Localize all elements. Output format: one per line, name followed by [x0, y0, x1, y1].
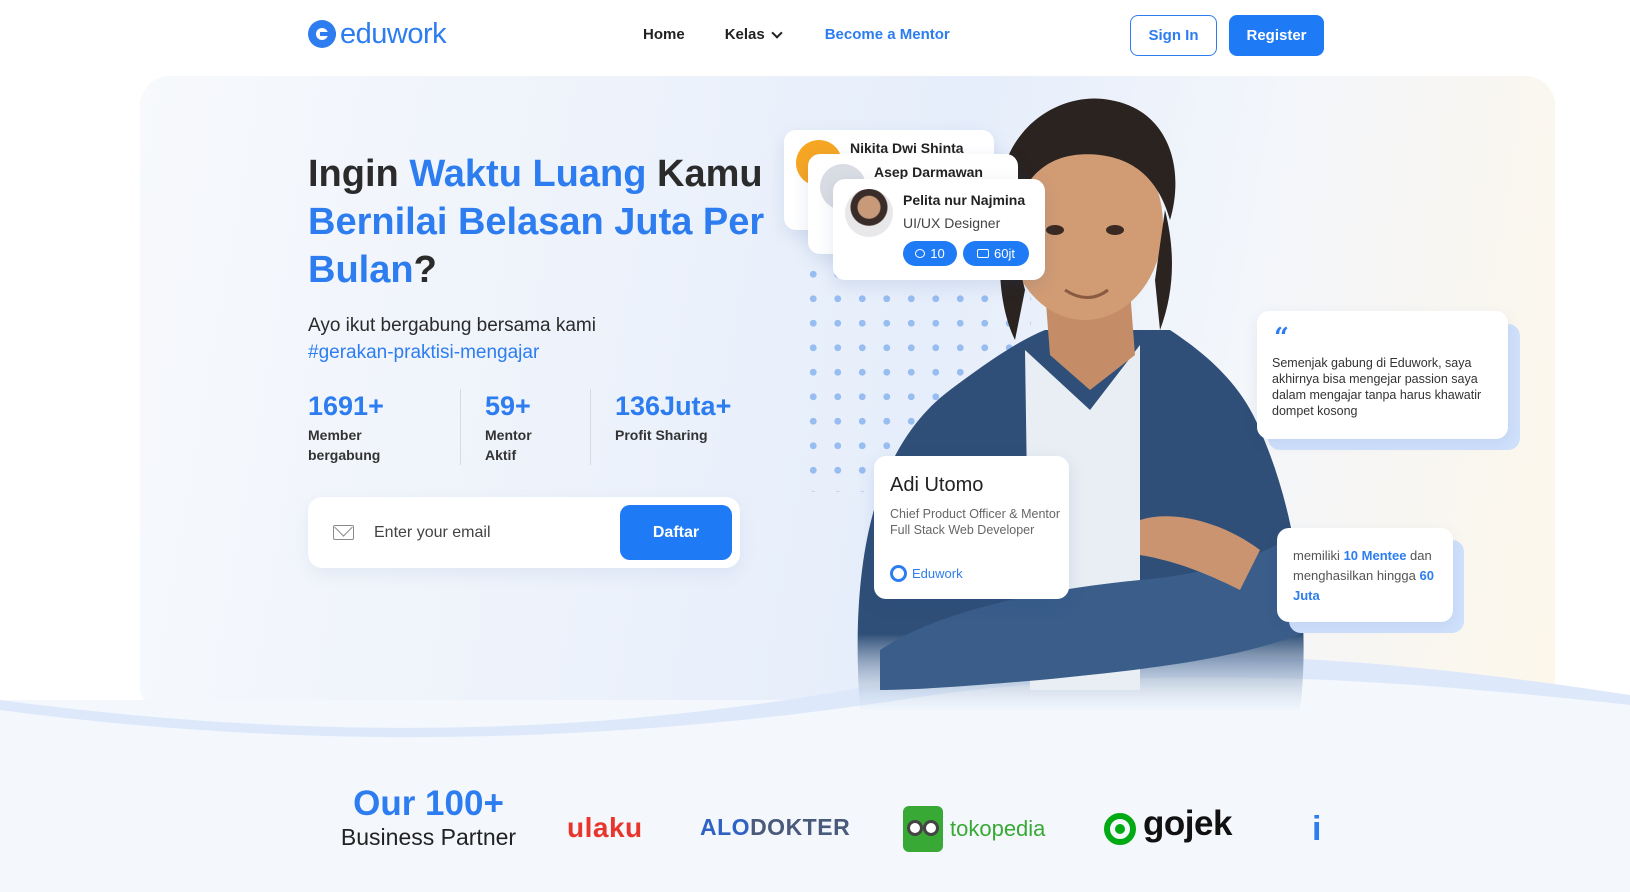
stat-mentors: 59+ Mentor Aktif	[460, 389, 590, 465]
logo-part: DOKTER	[750, 814, 851, 840]
headline-part: Ingin	[308, 153, 410, 195]
nav-home[interactable]: Home	[643, 26, 685, 43]
hero-hashtag: #gerakan-praktisi-mengajar	[308, 342, 540, 363]
headline-highlight: Bernilai Belasan Juta Per Bulan	[308, 201, 765, 291]
logo-text: eduwork	[340, 18, 447, 50]
mentee-count: 10 Mentee	[1343, 548, 1407, 563]
mail-icon	[333, 525, 354, 540]
brand-name: Eduwork	[912, 566, 963, 581]
mentor-name: Pelita nur Najmina	[903, 192, 1026, 208]
tokopedia-logo: tokopedia	[950, 816, 1046, 841]
featured-mentor-brand: Eduwork	[890, 565, 963, 582]
stat-members: 1691+ Member bergabung	[308, 389, 460, 465]
users-icon	[915, 249, 926, 258]
mentee-stats-text: memiliki 10 Mentee dan menghasilkan hing…	[1293, 546, 1443, 606]
stat-value: 59+	[485, 391, 531, 421]
gojek-logo: gojek	[1143, 804, 1232, 843]
eye-icon	[907, 820, 923, 836]
income-badge: 60jt	[963, 241, 1029, 266]
stat-value: 136Juta+	[615, 391, 732, 421]
stat-profit: 136Juta+ Profit Sharing	[590, 389, 760, 465]
nav-become-mentor[interactable]: Become a Mentor	[825, 26, 950, 43]
quote-text: Semenjak gabung di Eduwork, saya akhirny…	[1272, 356, 1482, 418]
tokopedia-icon	[903, 806, 943, 852]
featured-mentor-card: Adi Utomo Chief Product Officer & Mentor…	[874, 456, 1069, 599]
mentor-card: Pelita nur Najmina UI/UX Designer 10 60j…	[833, 179, 1045, 280]
eduwork-logo-icon	[308, 20, 336, 48]
mentee-stats-card: memiliki 10 Mentee dan menghasilkan hing…	[1277, 528, 1453, 622]
avatar	[845, 189, 893, 237]
stat-label: Member bergabung	[308, 427, 381, 463]
stat-value: 1691+	[308, 391, 384, 421]
register-button[interactable]: Register	[1229, 15, 1324, 56]
hero-headline: Ingin Waktu Luang Kamu Bernilai Belasan …	[308, 150, 778, 294]
text-part: memiliki	[1293, 548, 1344, 563]
headline-highlight: Waktu Luang	[409, 153, 647, 195]
featured-mentor-name: Adi Utomo	[890, 474, 984, 496]
sign-in-button[interactable]: Sign In	[1130, 15, 1217, 56]
stats-row: 1691+ Member bergabung 59+ Mentor Aktif …	[308, 389, 760, 465]
wave-shape	[0, 655, 1630, 750]
mentee-count: 10	[930, 246, 945, 261]
nav-kelas-dropdown[interactable]: Kelas	[724, 26, 783, 43]
chevron-down-icon	[771, 26, 783, 39]
headline-part: ?	[413, 249, 437, 291]
logo[interactable]: eduwork	[308, 18, 447, 50]
stat-label: Mentor Aktif	[485, 427, 532, 463]
mentee-count-badge: 10	[903, 241, 957, 266]
featured-mentor-role: Chief Product Officer & Mentor Full Stac…	[890, 507, 1060, 537]
page: eduwork Home Kelas Become a Mentor Sign …	[0, 0, 1630, 892]
quote-mark-icon: “	[1274, 323, 1289, 353]
eduwork-logo-icon	[890, 565, 907, 582]
alodokter-logo: ALODOKTER	[700, 814, 850, 841]
hero-subtitle: Ayo ikut bergabung bersama kami	[308, 315, 596, 336]
nav-kelas-label: Kelas	[724, 26, 765, 43]
site-header: eduwork Home Kelas Become a Mentor Sign …	[0, 0, 1630, 74]
money-icon	[977, 249, 990, 258]
main-nav: Home Kelas Become a Mentor	[643, 26, 950, 43]
gojek-icon	[1104, 813, 1136, 845]
email-input[interactable]	[374, 519, 604, 547]
daftar-button[interactable]: Daftar	[620, 505, 732, 560]
mentor-role: UI/UX Designer	[903, 215, 1001, 231]
eye-icon	[923, 820, 939, 836]
testimonial-quote: “ Semenjak gabung di Eduwork, saya akhir…	[1257, 311, 1508, 439]
partner-logo-partial: i	[1312, 810, 1322, 848]
income-value: 60jt	[994, 246, 1015, 261]
logo-part: ALO	[700, 814, 751, 840]
partner-logos: ulaku ALODOKTER tokopedia gojek i	[0, 800, 1630, 860]
email-signup-form: Daftar	[308, 497, 740, 568]
stat-label: Profit Sharing	[615, 427, 708, 443]
headline-part: Kamu	[646, 153, 763, 195]
ulaku-logo: ulaku	[567, 812, 643, 843]
mentor-name: Asep Darmawan	[874, 164, 983, 180]
